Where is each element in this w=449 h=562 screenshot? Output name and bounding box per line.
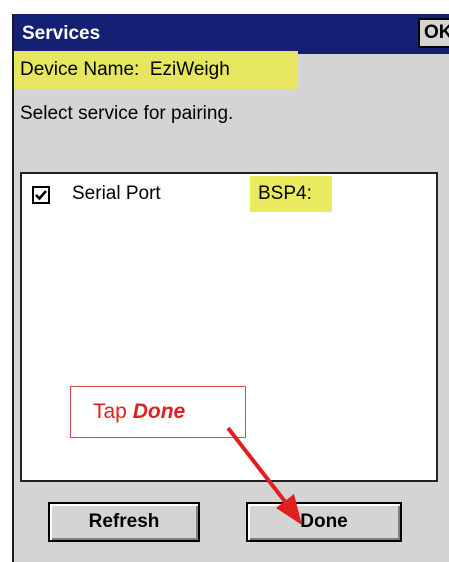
pointer-arrow-icon: [226, 426, 302, 525]
